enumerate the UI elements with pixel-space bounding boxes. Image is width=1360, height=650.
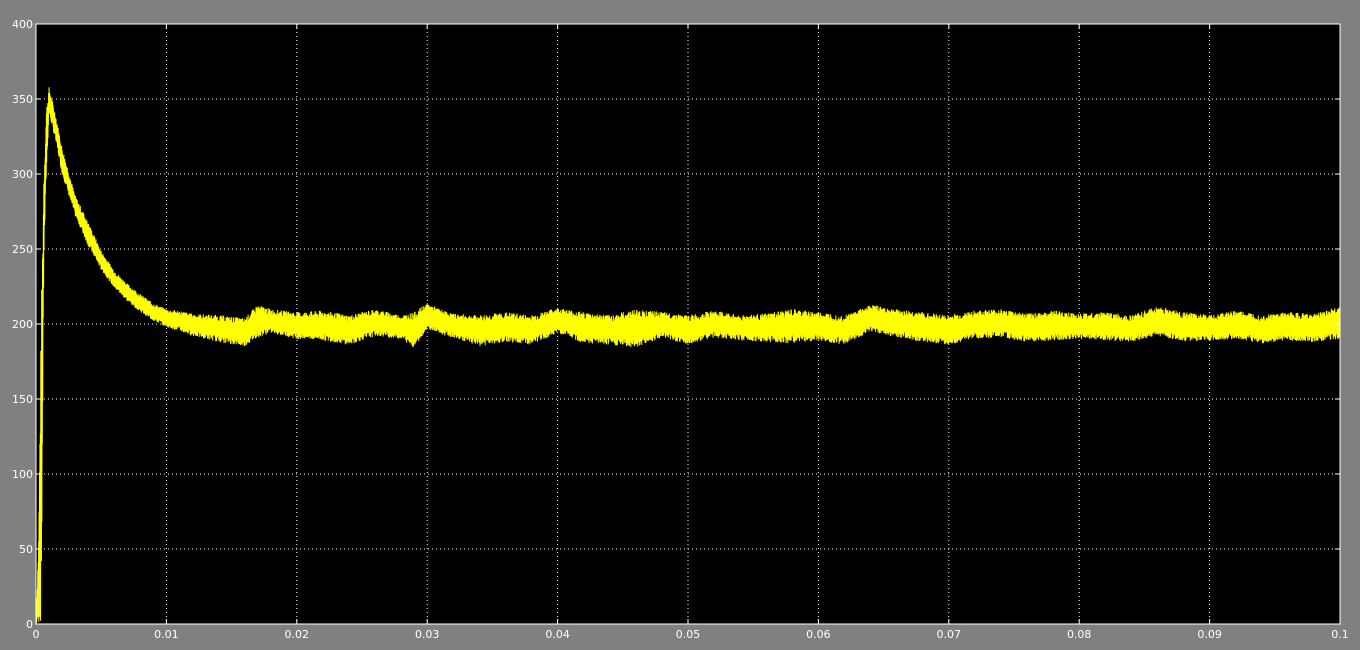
y-tick-label: 300 (12, 168, 33, 181)
x-tick-label: 0 (33, 628, 40, 641)
x-tick-label: 0.07 (937, 628, 962, 641)
y-tick-label: 100 (12, 468, 33, 481)
y-tick-label: 0 (26, 618, 33, 631)
y-tick-label: 150 (12, 393, 33, 406)
x-tick-label: 0.09 (1197, 628, 1222, 641)
x-tick-label: 0.06 (806, 628, 831, 641)
y-tick-label: 200 (12, 318, 33, 331)
y-tick-label: 350 (12, 93, 33, 106)
x-tick-label: 0.1 (1331, 628, 1349, 641)
x-tick-label: 0.08 (1067, 628, 1092, 641)
x-tick-label: 0.03 (415, 628, 440, 641)
x-tick-label: 0.04 (545, 628, 570, 641)
y-tick-label: 400 (12, 18, 33, 31)
x-tick-label: 0.01 (154, 628, 179, 641)
y-tick-label: 250 (12, 243, 33, 256)
y-tick-label: 50 (19, 543, 33, 556)
x-tick-label: 0.02 (285, 628, 310, 641)
scope-chart: 0 0.01 0.02 0.03 0.04 0.05 0.06 0.07 0.08 0.09 0.1… (12, 18, 1349, 641)
x-tick-label: 0.05 (676, 628, 701, 641)
